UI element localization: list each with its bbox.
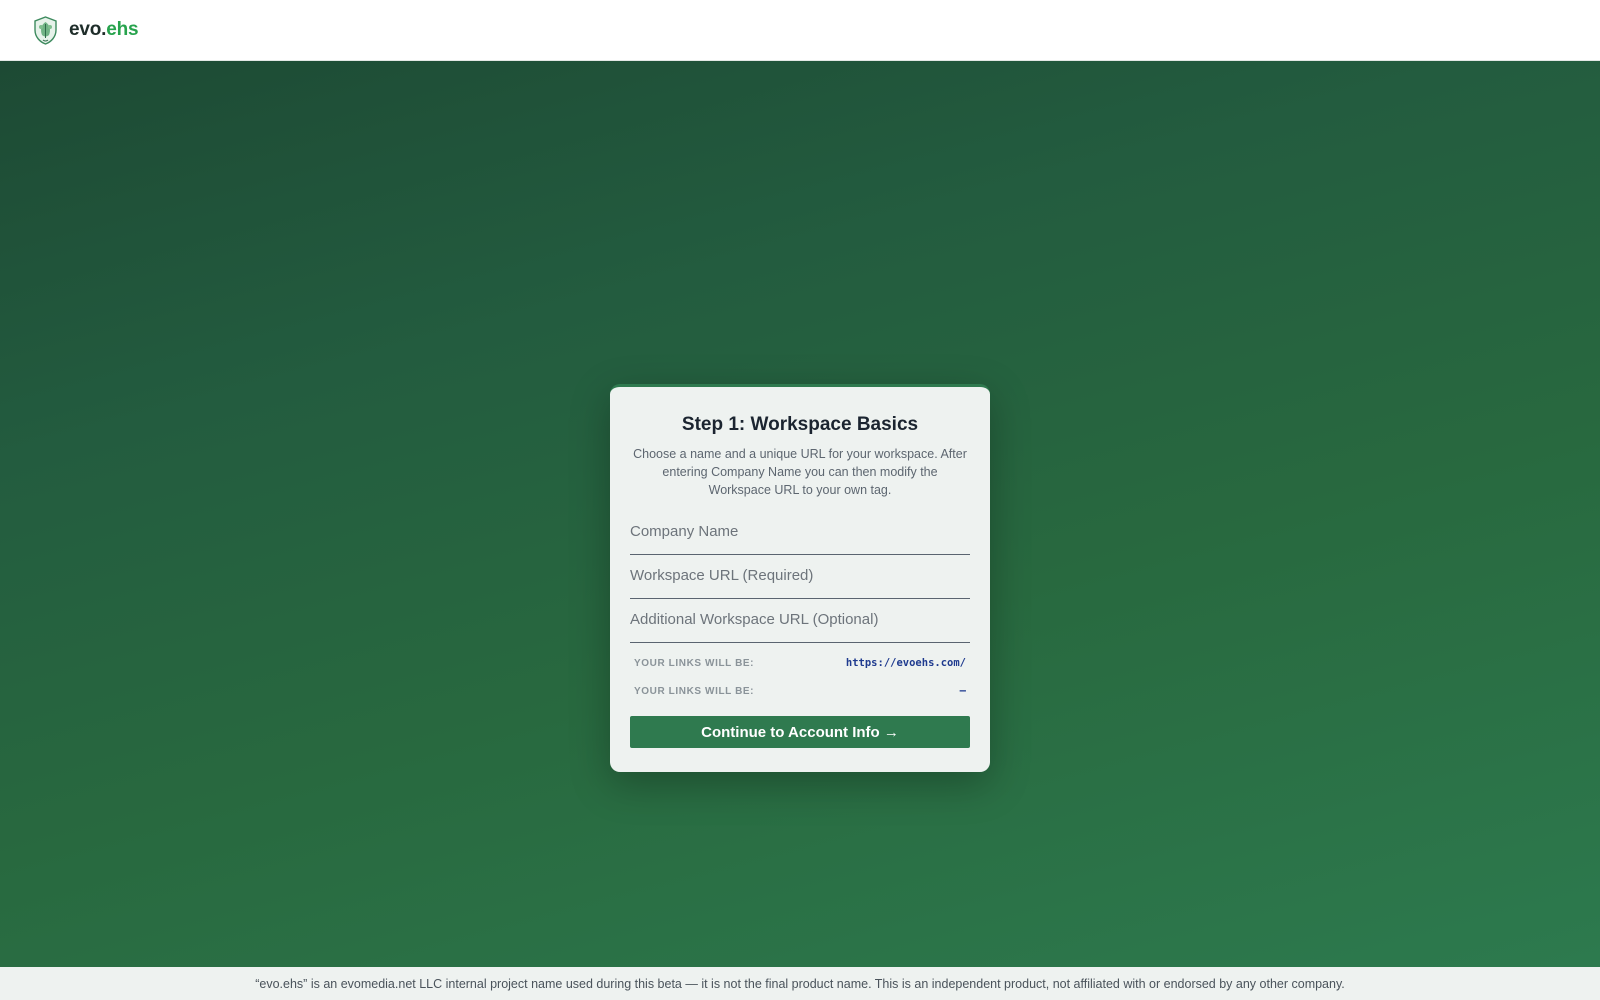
link-preview-value: https://evoehs.com/ [845,657,966,669]
brand-logo-text[interactable]: evo.ehs [69,19,139,41]
link-preview-row: YOUR LINKS WILL BE: — [630,677,970,705]
disclaimer-text: “evo.ehs” is an evomedia.net LLC interna… [255,976,1345,991]
links-preview: YOUR LINKS WILL BE: https://evoehs.com/ … [630,649,970,705]
brand-part-evo: evo [69,19,102,40]
card-description: Choose a name and a unique URL for your … [633,447,967,497]
card-title: Step 1: Workspace Basics [681,414,919,435]
link-preview-label: YOUR LINKS WILL BE: [634,685,755,697]
top-bar: evo.ehs [0,0,1600,61]
link-preview-value: — [959,685,966,697]
company-name-field [630,517,970,555]
company-name-input[interactable] [630,518,970,554]
link-preview-row: YOUR LINKS WILL BE: https://evoehs.com/ [630,649,970,677]
additional-workspace-url-input[interactable] [630,606,970,642]
additional-workspace-url-field [630,605,970,643]
workspace-url-input[interactable] [630,562,970,598]
continue-to-account-info-button[interactable]: Continue to Account Info → [630,716,970,748]
workspace-url-field [630,561,970,599]
shield-leaf-icon[interactable] [33,15,58,45]
link-preview-label: YOUR LINKS WILL BE: [634,657,755,669]
workspace-setup-card: Step 1: Workspace Basics Choose a name a… [610,384,990,772]
brand-part-ehs: ehs [106,19,139,40]
footer-disclaimer: “evo.ehs” is an evomedia.net LLC interna… [0,967,1600,1000]
